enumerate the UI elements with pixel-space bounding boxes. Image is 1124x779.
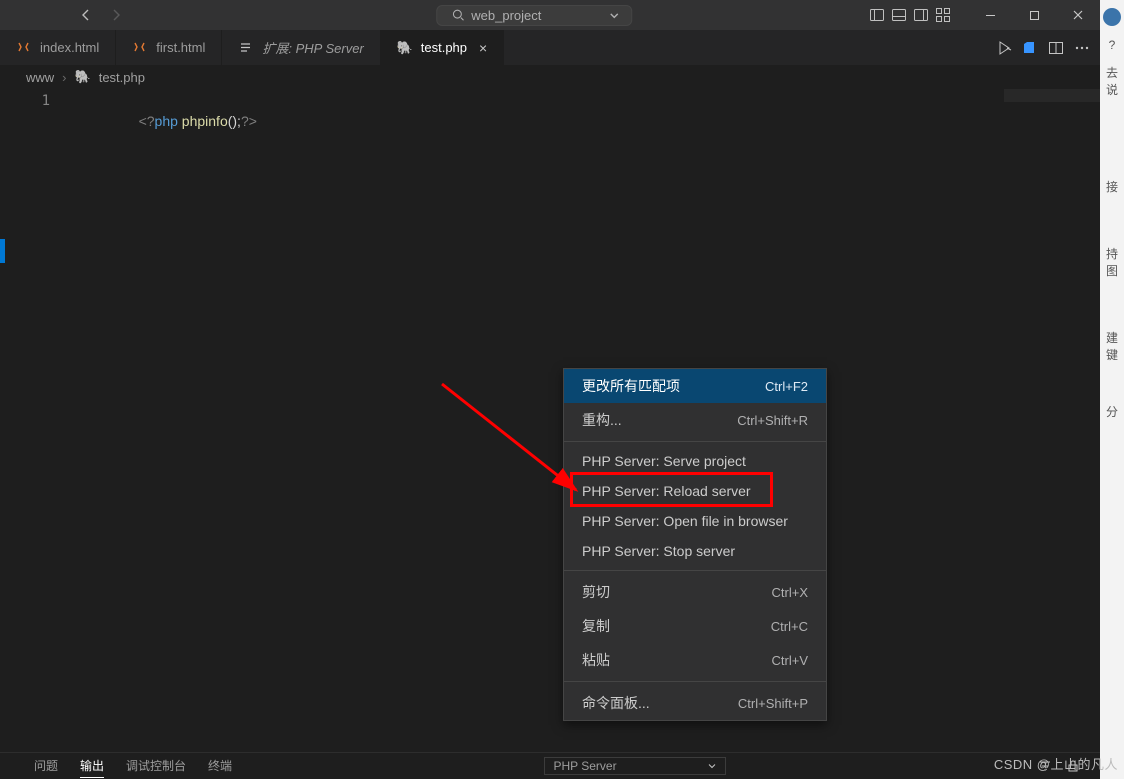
menu-item-label: 复制: [582, 616, 610, 636]
output-channel-label: PHP Server: [553, 759, 616, 773]
editor-area[interactable]: 1 <?php phpinfo();?>: [0, 89, 1100, 752]
breadcrumb[interactable]: www › 🐘 test.php: [0, 65, 1100, 89]
panel-tab[interactable]: 调试控制台: [126, 754, 186, 778]
nav-back-icon[interactable]: [78, 7, 94, 23]
ext-file-icon: [238, 40, 254, 56]
menu-item-shortcut: Ctrl+Shift+P: [738, 696, 808, 711]
menu-separator: [564, 441, 826, 442]
layout-customize-icon[interactable]: [932, 7, 954, 23]
strip-chip: 持图: [1102, 245, 1122, 279]
title-bar: web_project: [0, 0, 1100, 30]
context-menu-item[interactable]: PHP Server: Reload server: [564, 476, 826, 506]
minimap[interactable]: [1004, 89, 1100, 102]
menu-item-label: PHP Server: Reload server: [582, 483, 751, 499]
nav-forward-icon[interactable]: [108, 7, 124, 23]
context-menu: 更改所有匹配项 Ctrl+F2 重构... Ctrl+Shift+R PHP Serve…: [563, 368, 827, 721]
menu-item-label: 剪切: [582, 582, 610, 602]
split-editor-icon[interactable]: [1048, 40, 1064, 56]
editor-tab[interactable]: index.html: [0, 30, 116, 65]
layout-sidebar-left-icon[interactable]: [866, 7, 888, 23]
activity-indicator: [0, 239, 5, 263]
menu-separator: [564, 570, 826, 571]
editor-tab[interactable]: 扩展: PHP Server: [222, 30, 380, 65]
layout-sidebar-right-icon[interactable]: [910, 7, 932, 23]
context-menu-item[interactable]: PHP Server: Open file in browser: [564, 506, 826, 536]
menu-item-label: 重构...: [582, 410, 622, 430]
context-menu-item[interactable]: 命令面板... Ctrl+Shift+P: [564, 686, 826, 720]
tab-label: index.html: [40, 40, 99, 55]
strip-chip: 建键: [1102, 329, 1122, 363]
menu-item-label: 更改所有匹配项: [582, 376, 680, 396]
avatar-dot: [1103, 8, 1121, 26]
search-icon: [451, 8, 465, 22]
panel-tab[interactable]: 输出: [80, 754, 104, 778]
html-file-icon: [16, 40, 32, 56]
context-menu-item[interactable]: 复制 Ctrl+C: [564, 609, 826, 643]
more-icon[interactable]: [1074, 40, 1090, 56]
tab-label: 扩展: PHP Server: [262, 38, 363, 57]
editor-tab[interactable]: first.html: [116, 30, 222, 65]
panel-bar: 问题输出调试控制台终端 PHP Server: [0, 752, 1100, 779]
close-icon[interactable]: ×: [479, 40, 487, 56]
strip-chip: 接: [1102, 178, 1122, 195]
php-icon: 🐘: [75, 69, 91, 85]
breadcrumb-file[interactable]: test.php: [99, 70, 145, 85]
menu-separator: [564, 681, 826, 682]
open-changes-icon[interactable]: [1022, 40, 1038, 56]
strip-chip: 分: [1102, 403, 1122, 420]
menu-item-shortcut: Ctrl+F2: [765, 379, 808, 394]
menu-item-label: PHP Server: Open file in browser: [582, 513, 788, 529]
context-menu-item[interactable]: 重构... Ctrl+Shift+R: [564, 403, 826, 437]
html-file-icon: [132, 40, 148, 56]
context-menu-item[interactable]: 剪切 Ctrl+X: [564, 575, 826, 609]
watermark: CSDN @上山的凡人: [994, 754, 1118, 773]
menu-item-shortcut: Ctrl+C: [771, 619, 808, 634]
chevron-down-icon: [707, 761, 717, 771]
menu-item-label: 命令面板...: [582, 693, 650, 713]
window-close-button[interactable]: [1056, 0, 1100, 30]
tab-label: test.php: [421, 40, 467, 55]
editor-tabs: index.html first.html 扩展: PHP Server 🐘 test.…: [0, 30, 1100, 65]
chevron-down-icon: [607, 8, 621, 22]
panel-tab[interactable]: 终端: [208, 754, 232, 778]
chevron-right-icon: ›: [62, 70, 66, 85]
context-menu-item[interactable]: 更改所有匹配项 Ctrl+F2: [564, 369, 826, 403]
run-icon[interactable]: [996, 40, 1012, 56]
context-menu-item[interactable]: PHP Server: Serve project: [564, 446, 826, 476]
menu-item-shortcut: Ctrl+Shift+R: [737, 413, 808, 428]
panel-tab[interactable]: 问题: [34, 754, 58, 778]
command-center[interactable]: web_project: [436, 5, 632, 26]
breadcrumb-root[interactable]: www: [26, 70, 54, 85]
menu-item-label: PHP Server: Stop server: [582, 543, 735, 559]
tab-label: first.html: [156, 40, 205, 55]
php-file-icon: 🐘: [397, 40, 413, 56]
command-center-label: web_project: [471, 8, 541, 23]
context-menu-item[interactable]: 粘贴 Ctrl+V: [564, 643, 826, 677]
menu-item-label: PHP Server: Serve project: [582, 453, 746, 469]
context-menu-item[interactable]: PHP Server: Stop server: [564, 536, 826, 566]
window-maximize-button[interactable]: [1012, 0, 1056, 30]
editor-tab[interactable]: 🐘 test.php ×: [381, 30, 504, 65]
code-line[interactable]: <?php phpinfo();?>: [88, 91, 257, 152]
line-number: 1: [0, 89, 70, 111]
strip-chip: 去说: [1102, 64, 1122, 98]
menu-item-shortcut: Ctrl+V: [772, 653, 808, 668]
strip-chip: ?: [1102, 38, 1122, 52]
menu-item-label: 粘贴: [582, 650, 610, 670]
window-minimize-button[interactable]: [968, 0, 1012, 30]
menu-item-shortcut: Ctrl+X: [772, 585, 808, 600]
output-channel-selector[interactable]: PHP Server: [544, 757, 725, 775]
external-sidebar: ? 去说 接 持图 建键 分: [1100, 0, 1124, 779]
layout-panel-icon[interactable]: [888, 7, 910, 23]
